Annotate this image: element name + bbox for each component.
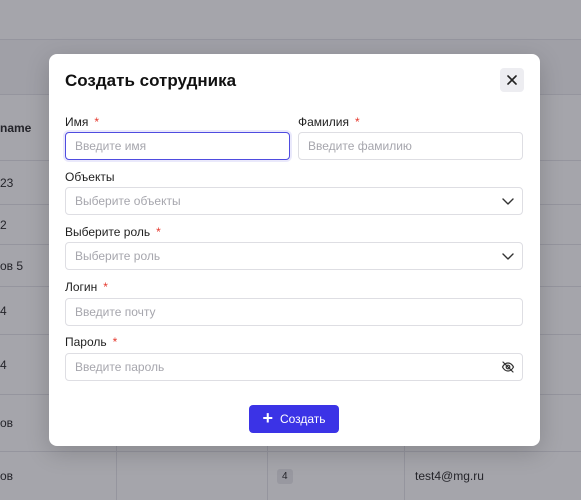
required-mark: * [354, 115, 360, 129]
password-field [65, 353, 523, 381]
chevron-down-icon [502, 253, 514, 260]
close-button[interactable] [500, 68, 524, 92]
modal-title: Создать сотрудника [65, 71, 237, 90]
create-button-label: Создать [279, 412, 326, 426]
required-mark: * [156, 225, 161, 239]
objects-label: Объекты [65, 170, 115, 184]
required-mark: * [112, 335, 118, 349]
last-name-input[interactable] [298, 132, 523, 160]
objects-select[interactable]: Выберите объекты [65, 187, 523, 215]
first-name-label: Имя * [65, 115, 100, 129]
role-select-placeholder: Выберите роль [75, 249, 161, 263]
password-label: Пароль * [65, 335, 118, 349]
objects-select-placeholder: Выберите объекты [75, 194, 181, 208]
create-employee-modal: Создать сотрудника Имя* Фамилия* Объекты… [49, 54, 540, 446]
chevron-down-icon [502, 198, 514, 205]
password-input[interactable] [65, 353, 523, 381]
login-label: Логин * [65, 280, 108, 294]
close-icon [507, 75, 517, 85]
first-name-input[interactable] [65, 132, 290, 160]
last-name-label: Фамилия * [298, 115, 360, 129]
required-mark: * [103, 280, 108, 294]
role-select[interactable]: Выберите роль [65, 242, 523, 270]
required-mark: * [94, 115, 100, 129]
create-button[interactable]: + Создать [249, 405, 339, 433]
role-label: Выберите роль * [65, 225, 161, 239]
eye-off-icon[interactable] [501, 360, 515, 374]
plus-icon: + [262, 408, 273, 428]
login-input[interactable] [65, 298, 523, 326]
